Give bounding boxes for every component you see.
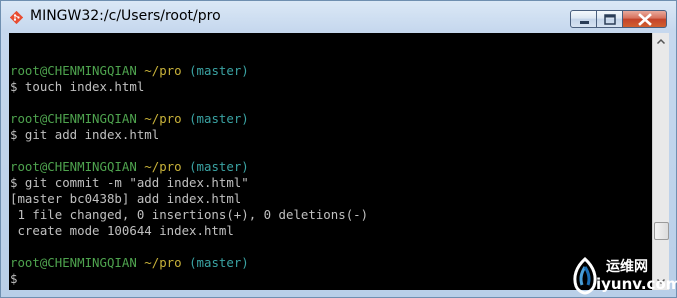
- terminal-line: create mode 100644 index.html: [10, 223, 368, 239]
- terminal-line: root@CHENMINGQIAN ~/pro (master): [10, 63, 368, 79]
- terminal-text: create mode 100644 index.html: [10, 223, 234, 238]
- minimize-icon: [580, 21, 589, 24]
- title-bar[interactable]: MINGW32:/c/Users/root/pro: [1, 1, 676, 33]
- terminal-text: $ git commit -m "add index.html": [10, 175, 249, 190]
- terminal-line: root@CHENMINGQIAN ~/pro (master): [10, 111, 368, 127]
- minimize-button[interactable]: [570, 10, 597, 28]
- vertical-scrollbar[interactable]: [652, 33, 669, 290]
- terminal-line: $: [10, 271, 368, 287]
- terminal-text: [master bc0438b] add index.html: [10, 191, 242, 206]
- scroll-up-arrow-icon[interactable]: [653, 33, 669, 50]
- prompt-path: ~/pro: [144, 255, 182, 270]
- terminal-output[interactable]: root@CHENMINGQIAN ~/pro (master) $ touch …: [9, 33, 652, 290]
- terminal-lines: root@CHENMINGQIAN ~/pro (master) $ touch …: [10, 47, 368, 287]
- prompt-branch: (master): [181, 63, 249, 78]
- prompt-branch: (master): [181, 111, 249, 126]
- maximize-button[interactable]: [597, 10, 623, 28]
- prompt-path: ~/pro: [144, 63, 182, 78]
- watermark-text-url: iyunv.com: [596, 275, 677, 293]
- terminal-text: $ touch index.html: [10, 79, 145, 94]
- terminal-client-area: root@CHENMINGQIAN ~/pro (master) $ touch …: [9, 33, 669, 290]
- close-button[interactable]: [623, 10, 667, 28]
- terminal-line: $ git add index.html: [10, 127, 368, 143]
- prompt-branch: (master): [181, 159, 249, 174]
- terminal-text: $ git add index.html: [10, 127, 160, 142]
- terminal-text: $: [10, 271, 18, 286]
- terminal-line: $ git commit -m "add index.html": [10, 175, 368, 191]
- prompt-path: ~/pro: [144, 111, 182, 126]
- maximize-icon: [604, 14, 616, 25]
- terminal-line: root@CHENMINGQIAN ~/pro (master): [10, 159, 368, 175]
- prompt-user: root@CHENMINGQIAN: [10, 255, 137, 270]
- site-watermark: 运维网 iyunv.com: [568, 253, 677, 297]
- prompt-user: root@CHENMINGQIAN: [10, 111, 137, 126]
- window-title: MINGW32:/c/Users/root/pro: [30, 8, 221, 24]
- terminal-line: root@CHENMINGQIAN ~/pro (master): [10, 255, 368, 271]
- terminal-line: [master bc0438b] add index.html: [10, 191, 368, 207]
- prompt-path: ~/pro: [144, 159, 182, 174]
- prompt-branch: (master): [181, 255, 249, 270]
- watermark-text-cn: 运维网: [606, 259, 648, 275]
- scrollbar-thumb[interactable]: [654, 222, 669, 241]
- close-icon: [638, 13, 652, 26]
- terminal-line: 1 file changed, 0 insertions(+), 0 delet…: [10, 207, 368, 223]
- git-icon: [10, 11, 23, 24]
- prompt-user: root@CHENMINGQIAN: [10, 159, 137, 174]
- terminal-line: $ touch index.html: [10, 79, 368, 95]
- terminal-text: 1 file changed, 0 insertions(+), 0 delet…: [10, 207, 369, 222]
- prompt-user: root@CHENMINGQIAN: [10, 63, 137, 78]
